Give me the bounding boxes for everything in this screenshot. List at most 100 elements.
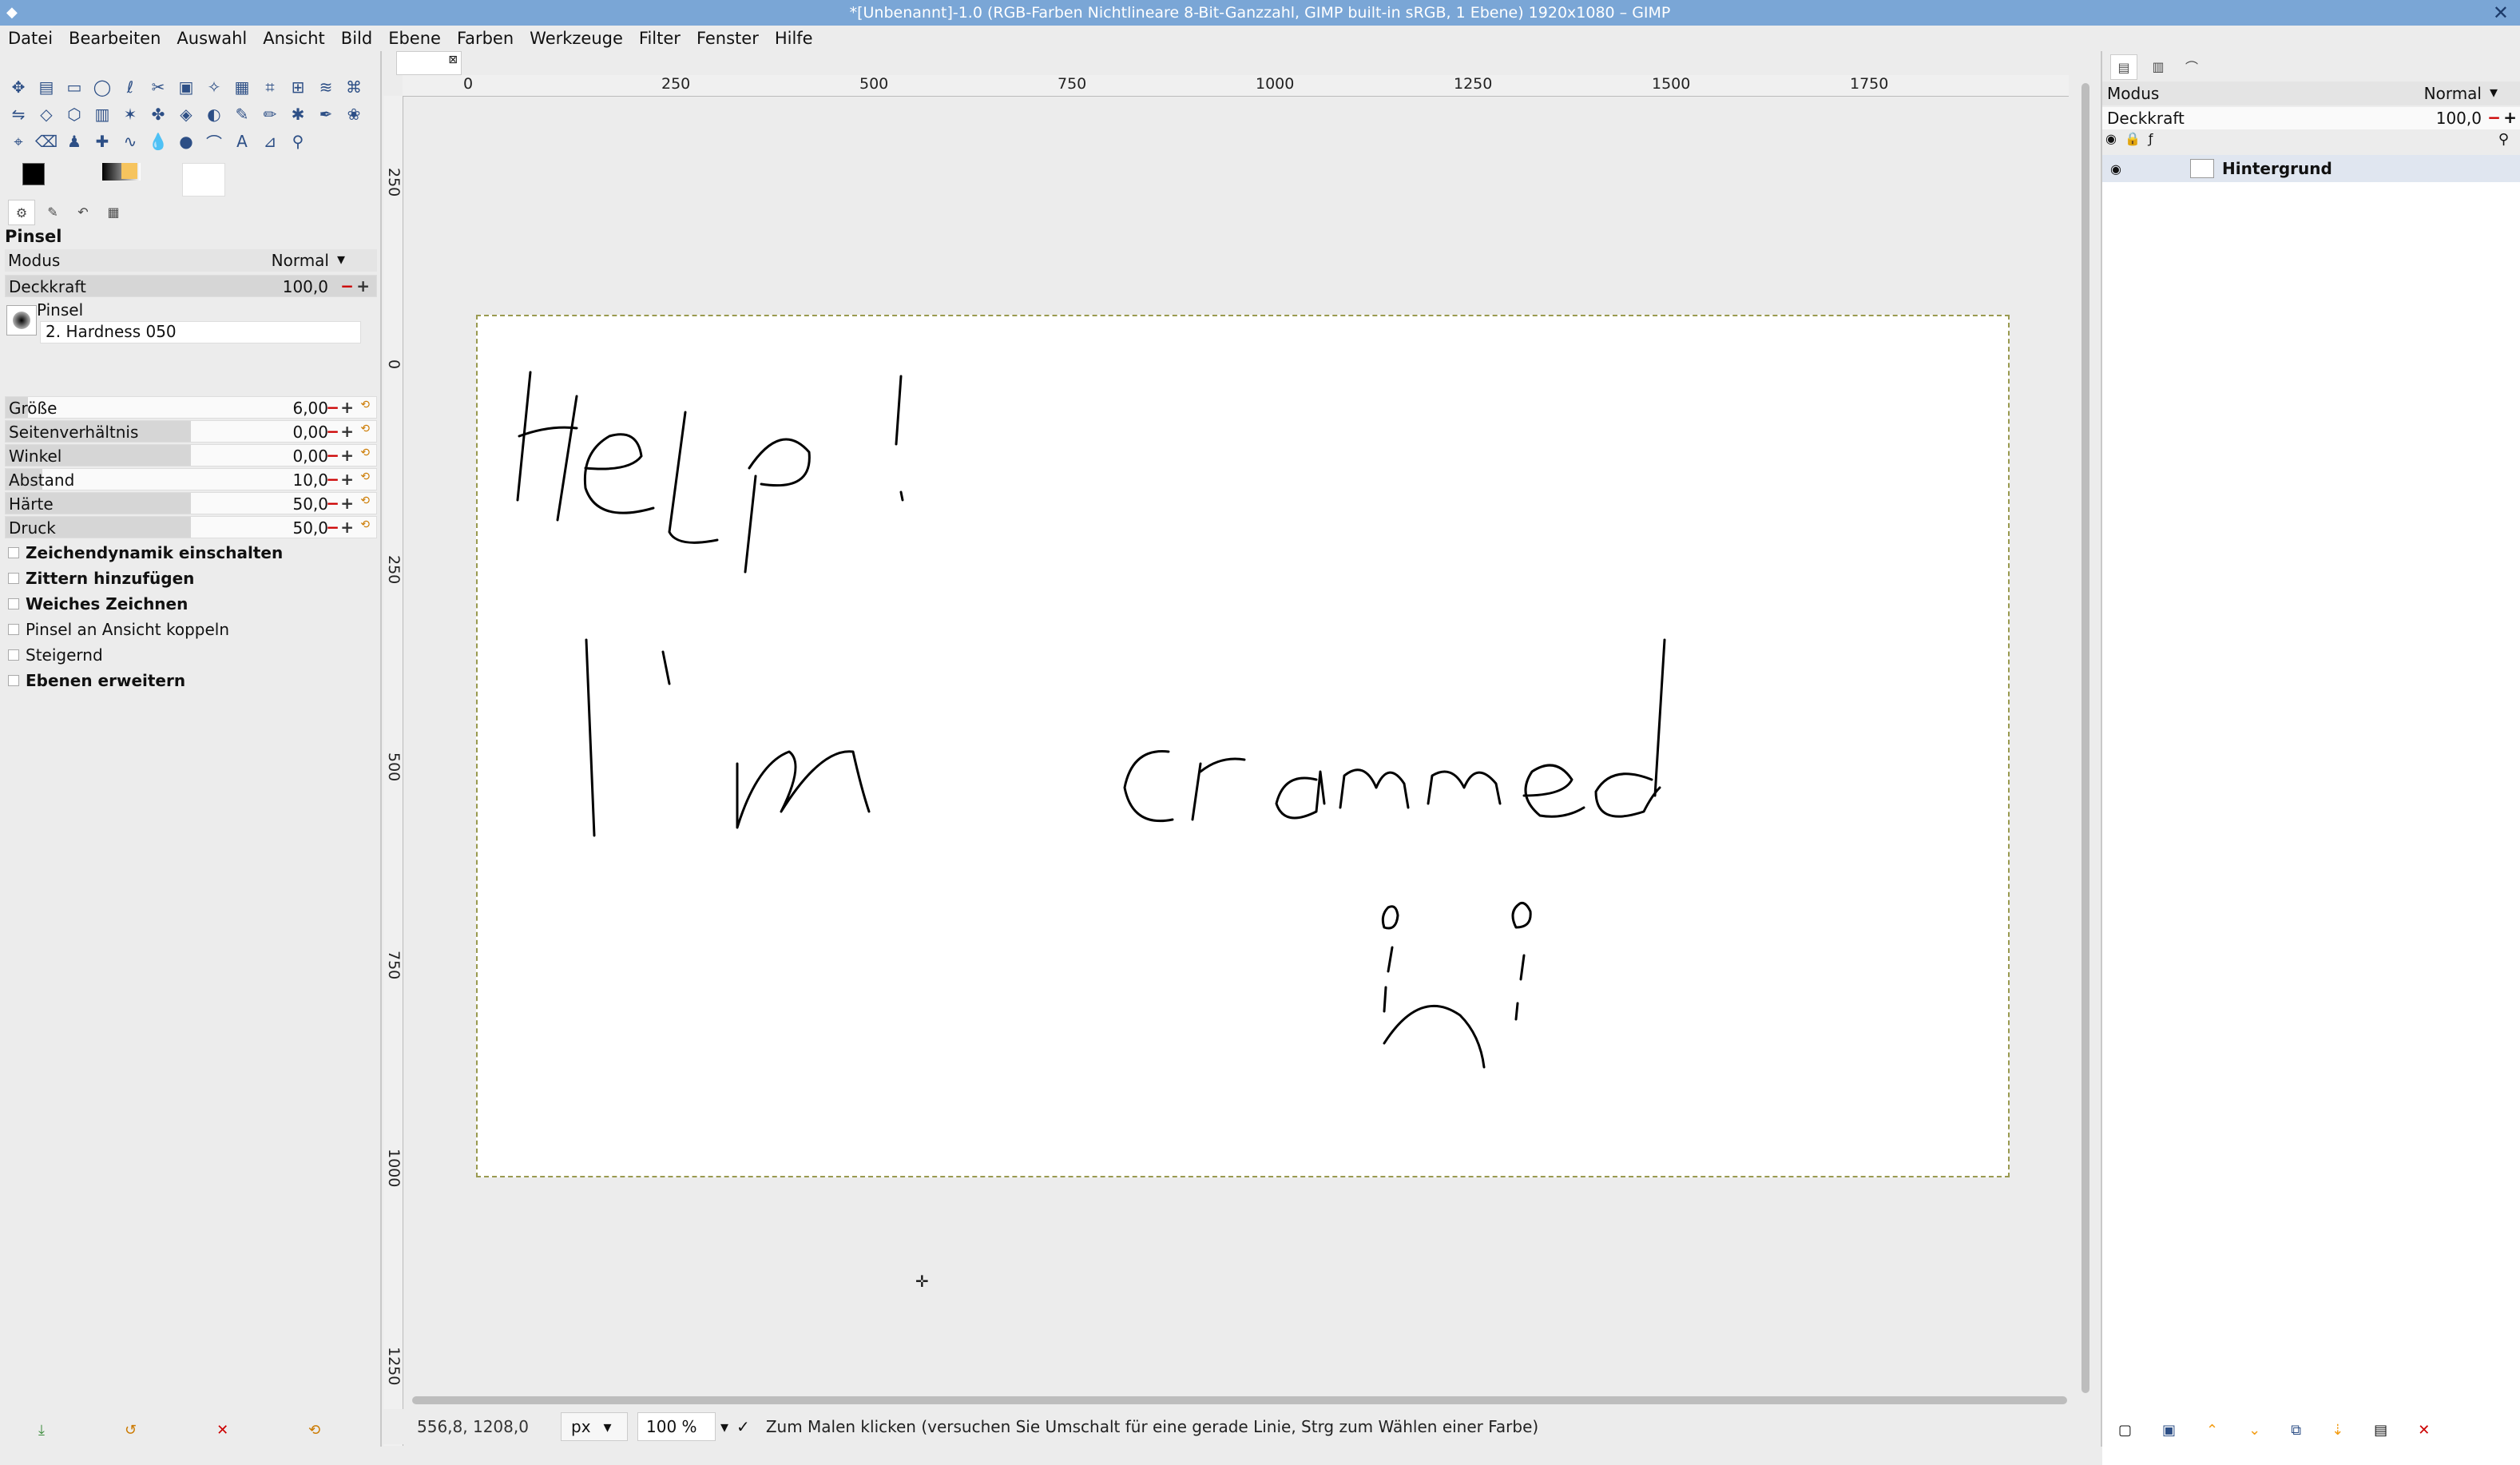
layer-opacity-slider[interactable]: Deckkraft 100,0 − +: [2102, 107, 2520, 129]
bucket-fill-icon[interactable]: ◈: [174, 102, 198, 126]
paths-tab-icon[interactable]: ⌒: [2179, 54, 2205, 78]
restore-options-icon[interactable]: ↺: [125, 1422, 137, 1439]
unit-selector[interactable]: px ▾: [561, 1412, 628, 1441]
option-checkbox-row[interactable]: Pinsel an Ansicht koppeln: [8, 620, 229, 639]
delete-options-icon[interactable]: ✕: [216, 1422, 228, 1439]
reset-param-icon[interactable]: ⟲: [360, 470, 370, 483]
option-checkbox-row[interactable]: Zittern hinzufügen: [8, 569, 194, 588]
param-slider[interactable]: Abstand 10,0− + ⟲: [5, 468, 377, 490]
option-checkbox-row[interactable]: Steigernd: [8, 645, 103, 665]
mode-row[interactable]: Modus Normal ▾: [5, 249, 377, 272]
chevron-down-icon[interactable]: ▾: [337, 249, 345, 268]
foreground-color-swatch[interactable]: [22, 163, 45, 185]
picker-icon[interactable]: ⌖: [6, 129, 30, 153]
pattern-preview[interactable]: [182, 163, 225, 197]
opacity-minus-button[interactable]: −: [340, 276, 354, 296]
option-checkbox-row[interactable]: Ebenen erweitern: [8, 671, 185, 690]
new-layer-icon[interactable]: ▢: [2118, 1422, 2132, 1439]
zoom-tool-icon[interactable]: ⚲: [286, 129, 310, 153]
param-slider[interactable]: Größe 6,00− + ⟲: [5, 396, 377, 419]
paintbrush-icon[interactable]: ✎: [230, 102, 254, 126]
zoom-selector[interactable]: 100 %: [637, 1412, 716, 1441]
undo-history-tab-icon[interactable]: ↶: [70, 200, 96, 224]
duplicate-layer-icon[interactable]: ⧉: [2291, 1422, 2301, 1439]
param-plus-button[interactable]: +: [340, 470, 354, 489]
checkbox[interactable]: [8, 624, 19, 635]
brush-preview[interactable]: [6, 305, 37, 335]
menu-hilfe[interactable]: Hilfe: [775, 29, 813, 48]
param-plus-button[interactable]: +: [340, 518, 354, 537]
horizontal-scrollbar[interactable]: [412, 1396, 2067, 1404]
param-minus-button[interactable]: −: [326, 470, 339, 489]
checkbox[interactable]: [8, 573, 19, 584]
chevron-down-icon[interactable]: ▾: [604, 1417, 612, 1436]
param-minus-button[interactable]: −: [326, 494, 339, 513]
text-tool-icon[interactable]: A: [230, 129, 254, 153]
raise-layer-icon[interactable]: ⌃: [2206, 1422, 2218, 1439]
dodge-burn-icon[interactable]: ●: [174, 129, 198, 153]
param-plus-button[interactable]: +: [340, 398, 354, 417]
image-tab[interactable]: ⊠: [396, 51, 462, 75]
layer-opacity-plus-button[interactable]: +: [2503, 108, 2517, 127]
brush-name-field[interactable]: 2. Hardness 050: [40, 321, 361, 343]
blur-icon[interactable]: 💧: [146, 129, 170, 153]
layer-opacity-minus-button[interactable]: −: [2487, 108, 2501, 127]
foreground-select-icon[interactable]: ▣: [174, 75, 198, 99]
menu-werkzeuge[interactable]: Werkzeuge: [530, 29, 623, 48]
mask-layer-icon[interactable]: ▤: [2374, 1422, 2387, 1439]
param-slider[interactable]: Winkel 0,00− + ⟲: [5, 444, 377, 466]
crop-tool-icon[interactable]: ⌗: [258, 75, 282, 99]
param-plus-button[interactable]: +: [340, 422, 354, 441]
param-slider[interactable]: Härte 50,0− + ⟲: [5, 492, 377, 514]
param-minus-button[interactable]: −: [326, 446, 339, 465]
cage-transform-icon[interactable]: ⌘: [342, 75, 366, 99]
paths-icon[interactable]: ⌒: [202, 129, 226, 153]
move-tool-icon[interactable]: ✥: [6, 75, 30, 99]
3d-transform-icon[interactable]: ⬡: [62, 102, 86, 126]
param-minus-button[interactable]: −: [326, 518, 339, 537]
mypaint-brush-icon[interactable]: ❀: [342, 102, 366, 126]
eraser-icon[interactable]: ⌫: [34, 129, 58, 153]
menu-farben[interactable]: Farben: [457, 29, 514, 48]
color-select-icon[interactable]: ▦: [230, 75, 254, 99]
close-window-icon[interactable]: ✕: [2493, 2, 2509, 24]
checkbox[interactable]: [8, 598, 19, 609]
perspective-tool-icon[interactable]: ◇: [34, 102, 58, 126]
menu-bearbeiten[interactable]: Bearbeiten: [69, 29, 161, 48]
layer-mode-value[interactable]: Normal: [2424, 84, 2482, 103]
align-tool-icon[interactable]: ▤: [34, 75, 58, 99]
smudge-icon[interactable]: ∿: [118, 129, 142, 153]
reset-param-icon[interactable]: ⟲: [360, 494, 370, 507]
flip-tool-icon[interactable]: ⇋: [6, 102, 30, 126]
reset-options-icon[interactable]: ⟲: [308, 1422, 320, 1439]
tool-options-tab-icon[interactable]: ⚙: [8, 200, 35, 225]
lower-layer-icon[interactable]: ⌄: [2248, 1422, 2260, 1439]
option-checkbox-row[interactable]: Weiches Zeichnen: [8, 594, 188, 613]
eye-icon[interactable]: ◉: [2105, 131, 2117, 146]
pencil-icon[interactable]: ✏: [258, 102, 282, 126]
opacity-slider[interactable]: Deckkraft 100,0 − +: [5, 275, 377, 297]
rect-select-icon[interactable]: ▭: [62, 75, 86, 99]
layer-mode-row[interactable]: Modus Normal ▾: [2102, 81, 2520, 105]
lock-icon[interactable]: 🔒: [2125, 131, 2141, 146]
palette-swatch[interactable]: [121, 163, 137, 179]
checkbox[interactable]: [8, 547, 19, 558]
param-plus-button[interactable]: +: [340, 446, 354, 465]
lasso-select-icon[interactable]: ℓ: [118, 75, 142, 99]
anchor-layer-icon[interactable]: ⇣: [2331, 1422, 2343, 1439]
clone-icon[interactable]: ♟: [62, 129, 86, 153]
param-slider[interactable]: Seitenverhältnis 0,00− + ⟲: [5, 420, 377, 443]
fx-icon[interactable]: ƒ: [2149, 131, 2153, 146]
menu-filter[interactable]: Filter: [639, 29, 681, 48]
save-options-icon[interactable]: ⤓: [38, 1422, 45, 1439]
images-tab-icon[interactable]: ▦: [101, 200, 126, 224]
ellipse-select-icon[interactable]: ◯: [90, 75, 114, 99]
channels-tab-icon[interactable]: ▥: [2145, 54, 2171, 78]
param-slider[interactable]: Druck 50,0− + ⟲: [5, 516, 377, 538]
handle-transform-icon[interactable]: ▥: [90, 102, 114, 126]
reset-param-icon[interactable]: ⟲: [360, 399, 370, 411]
ink-icon[interactable]: ✒: [314, 102, 338, 126]
menu-bild[interactable]: Bild: [341, 29, 372, 48]
measure-icon[interactable]: ⊿: [258, 129, 282, 153]
param-minus-button[interactable]: −: [326, 422, 339, 441]
